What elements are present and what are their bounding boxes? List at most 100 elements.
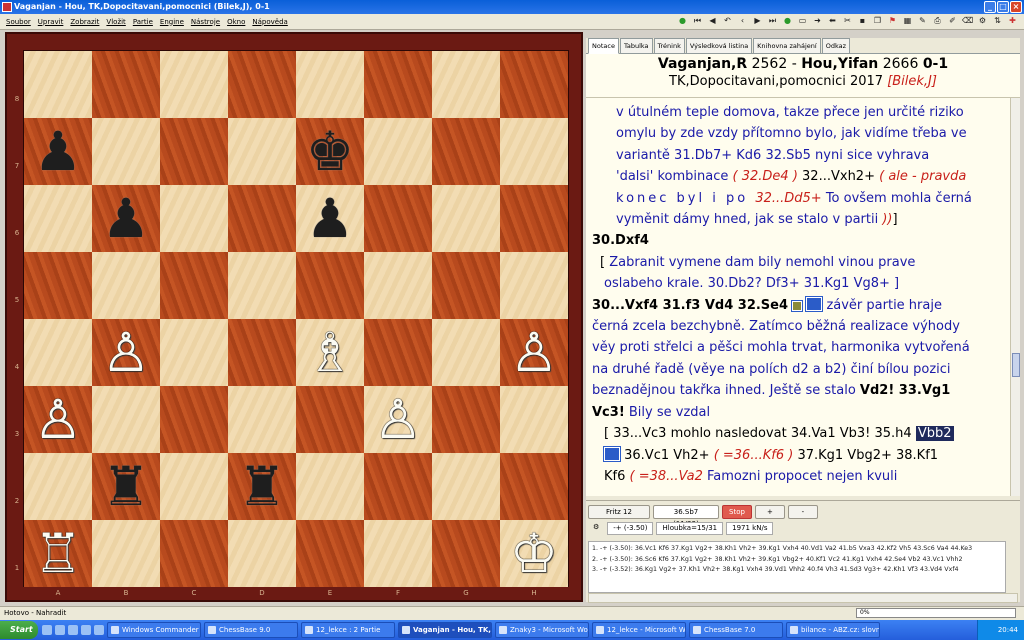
square-e2[interactable] xyxy=(296,453,364,520)
next-move-icon[interactable]: ▶ xyxy=(752,15,763,26)
variation[interactable]: 32...Dd5+ xyxy=(755,191,821,206)
piece-white-e4[interactable]: ♗ xyxy=(306,325,354,380)
square-b5[interactable] xyxy=(92,252,160,319)
cut-icon[interactable]: ✂ xyxy=(842,15,853,26)
square-d2[interactable]: ♜ xyxy=(228,453,296,520)
main-move[interactable]: Vd2! xyxy=(860,383,894,398)
task-znaky3-word[interactable]: Znaky3 - Microsoft Word xyxy=(495,622,589,638)
variation[interactable]: ( 32.De4 ) xyxy=(733,169,798,184)
flag-icon[interactable]: ⚑ xyxy=(887,15,898,26)
square-f7[interactable] xyxy=(364,118,432,185)
forward-icon[interactable]: ● xyxy=(782,15,793,26)
tab-notace[interactable]: Notace xyxy=(588,38,619,54)
square-g7[interactable] xyxy=(432,118,500,185)
scrollbar-thumb[interactable] xyxy=(1012,353,1020,377)
square-d6[interactable] xyxy=(228,185,296,252)
piece-white-h4[interactable]: ♙ xyxy=(510,325,558,380)
task-12-lekce-word[interactable]: 12_lekce - Microsoft Word xyxy=(592,622,686,638)
prev-move-icon[interactable]: ◀ xyxy=(707,15,718,26)
arrow-icon[interactable]: ➜ xyxy=(812,15,823,26)
diagram-icon[interactable] xyxy=(791,299,804,312)
tab-tabulka[interactable]: Tabulka xyxy=(619,38,653,53)
square-h8[interactable] xyxy=(500,51,568,118)
piece-black-b2[interactable]: ♜ xyxy=(102,459,150,514)
square-a4[interactable] xyxy=(24,319,92,386)
square-b4[interactable]: ♙ xyxy=(92,319,160,386)
square-g2[interactable] xyxy=(432,453,500,520)
quicklaunch-icon[interactable] xyxy=(42,625,52,635)
task-chessbase-7[interactable]: ChessBase 7.0 xyxy=(689,622,783,638)
piece-white-b4[interactable]: ♙ xyxy=(102,325,150,380)
square-h1[interactable]: ♔ xyxy=(500,520,568,587)
print-icon[interactable]: ⎙ xyxy=(932,15,943,26)
plus-icon[interactable]: ✚ xyxy=(1007,15,1018,26)
notation-scrollbar[interactable] xyxy=(1010,98,1020,496)
main-move[interactable]: 30.Dxf4 xyxy=(592,233,649,248)
engine-name[interactable]: Fritz 12 xyxy=(588,505,650,519)
title-bar[interactable]: Vaganjan - Hou, TK,Dopocitavani,pomocnic… xyxy=(0,0,1024,14)
square-d8[interactable] xyxy=(228,51,296,118)
square-f2[interactable] xyxy=(364,453,432,520)
tab-vysledkova-listina[interactable]: Výsledková listina xyxy=(685,38,753,53)
square-c5[interactable] xyxy=(160,252,228,319)
square-h4[interactable]: ♙ xyxy=(500,319,568,386)
square-h6[interactable] xyxy=(500,185,568,252)
piece-white-a1[interactable]: ♖ xyxy=(34,526,82,581)
square-c4[interactable] xyxy=(160,319,228,386)
square-b3[interactable] xyxy=(92,386,160,453)
last-move-icon[interactable]: ⏭ xyxy=(767,15,778,26)
menu-okno[interactable]: Okno xyxy=(227,18,245,26)
menu-soubor[interactable]: Soubor xyxy=(6,18,31,26)
square-f1[interactable] xyxy=(364,520,432,587)
add-line-button[interactable]: + xyxy=(754,505,785,519)
square-g5[interactable] xyxy=(432,252,500,319)
step-back-icon[interactable]: ‹ xyxy=(737,15,748,26)
piece-black-b6[interactable]: ♟ xyxy=(102,191,150,246)
square-h3[interactable] xyxy=(500,386,568,453)
square-a3[interactable]: ♙ xyxy=(24,386,92,453)
square-a5[interactable] xyxy=(24,252,92,319)
square-a6[interactable] xyxy=(24,185,92,252)
square-c7[interactable] xyxy=(160,118,228,185)
minimize-button[interactable]: _ xyxy=(984,1,996,13)
stop-button[interactable]: Stop xyxy=(722,505,752,519)
engine-settings-icon[interactable]: ⚙ xyxy=(588,522,604,535)
menu-engine[interactable]: Engine xyxy=(160,18,184,26)
tab-trenink[interactable]: Trénink xyxy=(653,38,685,53)
square-c2[interactable] xyxy=(160,453,228,520)
square-c8[interactable] xyxy=(160,51,228,118)
piece-black-d2[interactable]: ♜ xyxy=(238,459,286,514)
square-f6[interactable] xyxy=(364,185,432,252)
main-move[interactable]: 30...Vxf4 31.f3 Vd4 32.Se4 xyxy=(592,298,788,313)
square-e6[interactable]: ♟ xyxy=(296,185,364,252)
square-e4[interactable]: ♗ xyxy=(296,319,364,386)
arrow-left-icon[interactable]: ⬅ xyxy=(827,15,838,26)
menu-napoveda[interactable]: Nápověda xyxy=(252,18,287,26)
menu-nastroje[interactable]: Nástroje xyxy=(191,18,220,26)
square-h7[interactable] xyxy=(500,118,568,185)
square-c3[interactable] xyxy=(160,386,228,453)
quicklaunch-icon[interactable] xyxy=(81,625,91,635)
square-c1[interactable] xyxy=(160,520,228,587)
maximize-button[interactable]: □ xyxy=(997,1,1009,13)
square-b2[interactable]: ♜ xyxy=(92,453,160,520)
square-b6[interactable]: ♟ xyxy=(92,185,160,252)
piece-black-e6[interactable]: ♟ xyxy=(306,191,354,246)
square-h2[interactable] xyxy=(500,453,568,520)
pencil-icon[interactable]: ✐ xyxy=(947,15,958,26)
play-icon[interactable]: ● xyxy=(677,15,688,26)
square-f3[interactable]: ♙ xyxy=(364,386,432,453)
square-d7[interactable] xyxy=(228,118,296,185)
square-f5[interactable] xyxy=(364,252,432,319)
square-e1[interactable] xyxy=(296,520,364,587)
variation[interactable]: ( =36...Kf6 ) xyxy=(714,448,794,463)
new-doc-icon[interactable]: ▭ xyxy=(797,15,808,26)
square-c6[interactable] xyxy=(160,185,228,252)
piece-black-a7[interactable]: ♟ xyxy=(34,124,82,179)
square-h5[interactable] xyxy=(500,252,568,319)
square-a7[interactable]: ♟ xyxy=(24,118,92,185)
eraser-icon[interactable]: ⌫ xyxy=(962,15,973,26)
remove-line-button[interactable]: - xyxy=(787,505,818,519)
square-g4[interactable] xyxy=(432,319,500,386)
square-d1[interactable] xyxy=(228,520,296,587)
